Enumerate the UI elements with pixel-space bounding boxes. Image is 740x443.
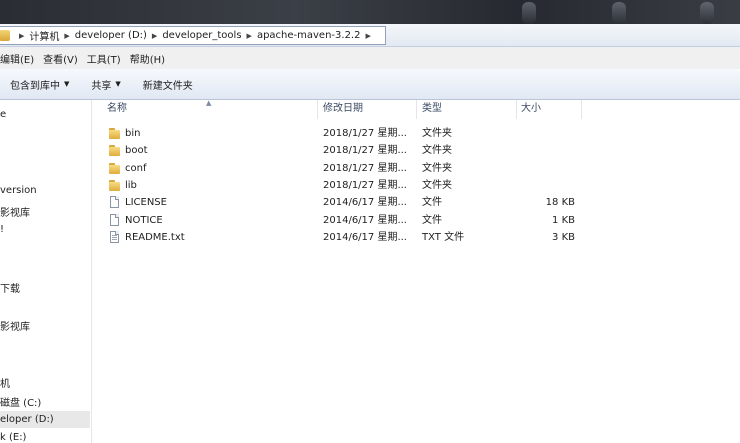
nav-item[interactable]: 影视库 [0, 318, 30, 333]
column-header-name[interactable]: 名称 [107, 100, 127, 117]
background-decoration [522, 2, 536, 24]
menu-bar: 编辑(E) 查看(V) 工具(T) 帮助(H) [0, 47, 740, 69]
include-in-library-button[interactable]: 包含到库中 ▼ [10, 77, 69, 92]
file-modified: 2018/1/27 星期... [323, 128, 407, 139]
breadcrumb-developer-tools[interactable]: developer_tools [162, 30, 241, 41]
file-row[interactable]: NOTICE 2014/6/17 星期... 文件 1 KB [92, 212, 740, 229]
nav-item-drive-e[interactable]: k (E:) [0, 432, 26, 443]
file-size: 3 KB [552, 232, 575, 243]
menu-view[interactable]: 查看(V) [43, 51, 78, 66]
chevron-right-icon[interactable]: ▶ [19, 32, 24, 40]
chevron-right-icon[interactable]: ▶ [365, 32, 370, 40]
file-type: 文件 [422, 215, 442, 226]
file-name: LICENSE [125, 197, 167, 208]
file-type: 文件夹 [422, 163, 452, 174]
file-row[interactable]: bin 2018/1/27 星期... 文件夹 [92, 125, 740, 142]
column-divider[interactable] [317, 100, 318, 119]
file-row[interactable]: LICENSE 2014/6/17 星期... 文件 18 KB [92, 194, 740, 211]
file-name: boot [125, 145, 148, 156]
folder-icon [109, 145, 120, 156]
file-size: 1 KB [552, 215, 575, 226]
nav-item-drive-c[interactable]: 磁盘 (C:) [0, 394, 41, 409]
chevron-right-icon[interactable]: ▶ [247, 32, 252, 40]
column-header-size[interactable]: 大小 [521, 100, 541, 117]
file-modified: 2014/6/17 星期... [323, 197, 407, 208]
chevron-right-icon[interactable]: ▶ [152, 32, 157, 40]
chevron-down-icon: ▼ [64, 80, 70, 88]
background-decoration [612, 2, 626, 24]
file-type: 文件夹 [422, 180, 452, 191]
column-divider[interactable] [581, 100, 582, 119]
nav-item-drive-d[interactable]: eloper (D:) [0, 411, 90, 428]
breadcrumb[interactable]: ▶ 计算机 ▶ developer (D:) ▶ developer_tools… [0, 26, 386, 45]
background-decoration [700, 2, 714, 24]
file-type: 文件夹 [422, 128, 452, 139]
command-bar: 包含到库中 ▼ 共享 ▼ 新建文件夹 [0, 69, 740, 100]
breadcrumb-computer[interactable]: 计算机 [29, 28, 59, 43]
file-icon [110, 196, 119, 208]
file-name: bin [125, 128, 141, 139]
file-modified: 2018/1/27 星期... [323, 180, 407, 191]
file-name: README.txt [125, 232, 185, 243]
folder-icon [0, 30, 10, 41]
nav-item[interactable]: 机 [0, 375, 10, 390]
column-divider[interactable] [416, 100, 417, 119]
file-row[interactable]: boot 2018/1/27 星期... 文件夹 [92, 142, 740, 159]
file-row[interactable]: README.txt 2014/6/17 星期... TXT 文件 3 KB [92, 229, 740, 246]
new-folder-label: 新建文件夹 [142, 80, 193, 92]
text-file-icon [110, 231, 119, 243]
sort-ascending-icon: ▲ [206, 99, 212, 107]
address-bar: ▶ 计算机 ▶ developer (D:) ▶ developer_tools… [0, 24, 740, 47]
column-header-modified[interactable]: 修改日期 [323, 100, 363, 117]
file-list: 名称 ▲ 修改日期 类型 大小 bin 2018/1/27 星期... 文件夹 … [92, 99, 740, 443]
file-modified: 2014/6/17 星期... [323, 215, 407, 226]
navigation-pane[interactable]: e version 影视库 ! 下载 影视库 机 磁盘 (C:) eloper … [0, 100, 92, 443]
nav-item[interactable]: e [0, 109, 6, 120]
menu-help[interactable]: 帮助(H) [130, 51, 165, 66]
chevron-right-icon[interactable]: ▶ [64, 32, 69, 40]
breadcrumb-maven[interactable]: apache-maven-3.2.2 [257, 30, 361, 41]
folder-icon [109, 180, 120, 191]
include-in-library-label: 包含到库中 [10, 80, 60, 92]
file-row[interactable]: lib 2018/1/27 星期... 文件夹 [92, 177, 740, 194]
file-name: lib [125, 180, 137, 191]
file-type: 文件 [422, 197, 442, 208]
window-title-bar [0, 0, 740, 24]
breadcrumb-drive[interactable]: developer (D:) [75, 30, 147, 41]
column-header-type[interactable]: 类型 [422, 100, 442, 117]
column-divider[interactable] [516, 100, 517, 119]
nav-item[interactable]: ! [0, 224, 4, 235]
folder-icon [109, 163, 120, 174]
share-button[interactable]: 共享 ▼ [91, 77, 120, 92]
file-modified: 2018/1/27 星期... [323, 145, 407, 156]
chevron-down-icon: ▼ [115, 80, 121, 88]
file-icon [110, 214, 119, 226]
file-size: 18 KB [545, 197, 575, 208]
nav-item[interactable]: version [0, 185, 37, 196]
file-name: NOTICE [125, 215, 163, 226]
new-folder-button[interactable]: 新建文件夹 [143, 77, 193, 92]
file-modified: 2014/6/17 星期... [323, 232, 407, 243]
menu-edit[interactable]: 编辑(E) [0, 51, 34, 66]
nav-item[interactable]: 影视库 [0, 204, 30, 219]
folder-icon [109, 128, 120, 139]
file-type: TXT 文件 [422, 232, 465, 243]
file-row[interactable]: conf 2018/1/27 星期... 文件夹 [92, 160, 740, 177]
file-type: 文件夹 [422, 145, 452, 156]
menu-tools[interactable]: 工具(T) [87, 51, 121, 66]
file-name: conf [125, 163, 147, 174]
share-label: 共享 [91, 80, 112, 92]
file-modified: 2018/1/27 星期... [323, 163, 407, 174]
nav-item[interactable]: 下载 [0, 280, 20, 295]
